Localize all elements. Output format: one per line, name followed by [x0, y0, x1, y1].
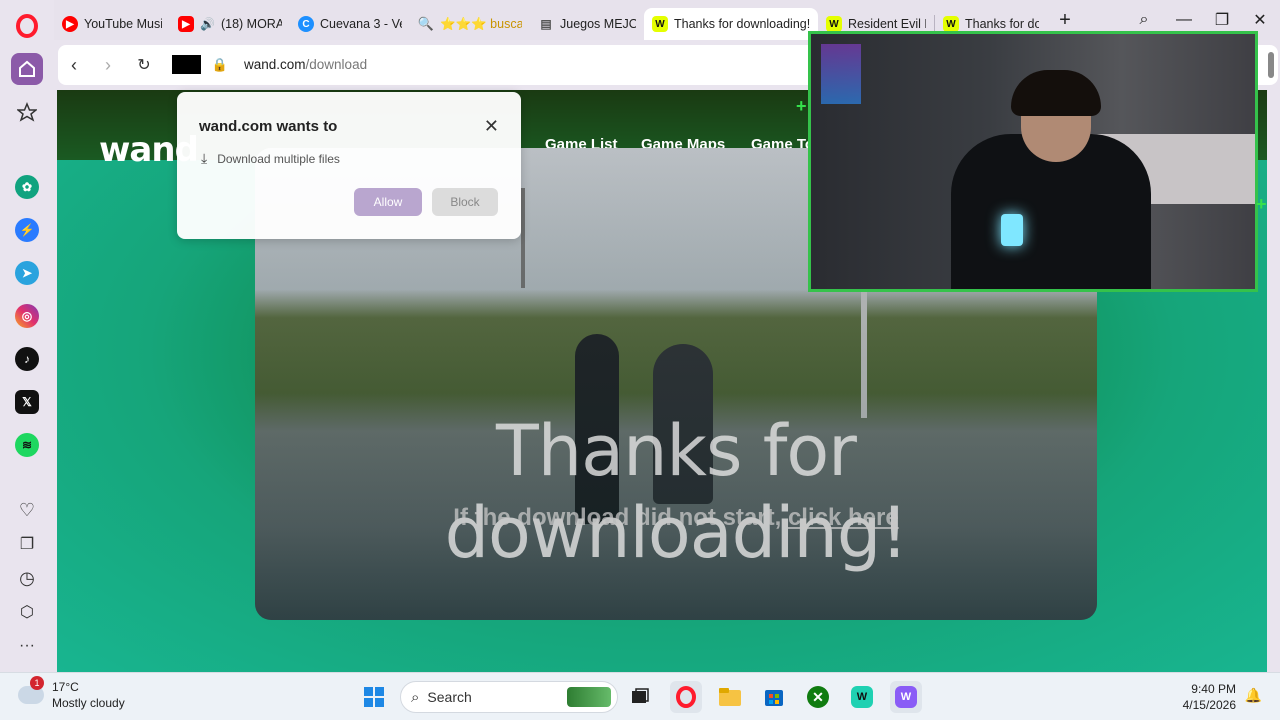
youtube-music-icon: ▶ [62, 16, 78, 32]
taskbar-search[interactable]: ⌕ Search [400, 681, 618, 713]
notification-bell-icon[interactable]: 🔔 [1245, 687, 1262, 704]
back-icon[interactable]: ‹ [62, 53, 86, 77]
wand-app-icon[interactable]: W [846, 681, 878, 713]
speaker-icon[interactable]: 🔊 [200, 17, 215, 31]
tab-label: Juegos MEJORES [560, 17, 636, 31]
new-tab-plus-icon[interactable]: + [1053, 8, 1077, 32]
instagram-icon[interactable]: ◎ [11, 300, 43, 332]
maximize-icon[interactable]: ❐ [1210, 8, 1234, 32]
heart-icon[interactable]: ♡ [11, 494, 43, 526]
close-window-icon[interactable]: ✕ [1248, 8, 1272, 32]
weather-desc: Mostly cloudy [52, 696, 125, 710]
history-icon[interactable]: ◷ [11, 562, 43, 594]
search-highlight-image [567, 687, 611, 707]
microsoft-store-icon[interactable] [758, 681, 790, 713]
cam-led-glow [821, 44, 861, 104]
tab-search[interactable]: 🔍 ⭐⭐⭐ buscar [410, 8, 530, 40]
cloudy-weather-icon: 1 [18, 676, 44, 704]
permission-text: Download multiple files [217, 151, 340, 166]
block-button[interactable]: Block [432, 188, 498, 216]
chatgpt-icon[interactable]: ✿ [11, 171, 43, 203]
wand-icon: W [652, 16, 668, 32]
tab-youtube-morad[interactable]: ▶ 🔊 (18) MORAD [170, 8, 290, 40]
youtube-icon: ▶ [178, 16, 194, 32]
windows-taskbar: 1 17°C Mostly cloudy ⌕ Search ✕ W W 9:40… [0, 672, 1280, 720]
wand-icon: W [943, 16, 959, 32]
close-icon[interactable]: ✕ [484, 116, 499, 137]
url-field[interactable]: wand.com/download [244, 57, 367, 72]
tabs-icon[interactable]: ❐ [11, 528, 43, 560]
wand-icon: W [826, 16, 842, 32]
lock-icon[interactable]: 🔒 [208, 53, 232, 77]
home-icon[interactable] [11, 53, 43, 85]
x-twitter-icon[interactable]: 𝕏 [11, 386, 43, 418]
file-explorer-icon[interactable] [714, 681, 746, 713]
tab-thanks-active[interactable]: W Thanks for downloading! [644, 8, 818, 40]
cuevana-icon: C [298, 16, 314, 32]
weather-widget[interactable]: 1 17°C Mostly cloudy [18, 676, 125, 711]
more-icon[interactable]: ··· [11, 630, 43, 662]
task-view-icon[interactable] [624, 681, 656, 713]
scrollbar-thumb[interactable] [1268, 52, 1274, 78]
extensions-icon[interactable]: ⬡ [11, 596, 43, 628]
tab-label: Cuevana 3 - Ver [320, 17, 402, 31]
url-domain: wand.com [244, 57, 306, 72]
windows-start-icon[interactable] [358, 681, 390, 713]
weather-temp: 17°C [52, 680, 79, 694]
redaction-block [172, 55, 201, 74]
tab-label: (18) MORAD [220, 17, 282, 31]
green-cross-icon: + [796, 96, 807, 116]
tab-label: YouTube Music [84, 17, 162, 31]
popup-title: wand.com wants to [199, 118, 338, 135]
hero-sub-text: If the download did not start, [453, 504, 788, 531]
tab-juegos[interactable]: ▤ Juegos MEJORES [530, 8, 644, 40]
messenger-icon[interactable]: ⚡ [11, 214, 43, 246]
forward-icon[interactable]: › [96, 53, 120, 77]
reload-icon[interactable]: ↻ [132, 53, 156, 77]
search-icon: ⌕ [411, 688, 420, 706]
magnifier-icon: 🔍 [417, 16, 435, 31]
green-cross-icon: + [1256, 194, 1267, 214]
tab-youtube-music[interactable]: ▶ YouTube Music [54, 8, 170, 40]
allow-button[interactable]: Allow [354, 188, 422, 216]
weather-badge: 1 [30, 676, 44, 690]
twitch-app-icon[interactable]: W [890, 681, 922, 713]
opera-logo-icon[interactable] [11, 10, 43, 42]
tiktok-icon[interactable]: ♪ [11, 343, 43, 375]
telegram-icon[interactable]: ➤ [11, 257, 43, 289]
tab-search-icon[interactable]: ⌕ [1132, 8, 1156, 32]
cam-cup-light [1001, 214, 1023, 246]
permission-item: ⤓ Download multiple files [201, 150, 340, 167]
opera-taskbar-icon[interactable] [670, 681, 702, 713]
tab-cuevana[interactable]: C Cuevana 3 - Ver [290, 8, 410, 40]
clock-date: 4/15/2026 [1182, 698, 1236, 712]
spotify-icon[interactable]: ≋ [11, 429, 43, 461]
webcam-overlay [808, 31, 1258, 292]
click-here-link[interactable]: click here [788, 504, 899, 531]
system-clock[interactable]: 9:40 PM 4/15/2026 [1183, 681, 1236, 713]
tab-label: Resident Evil Re [848, 17, 926, 31]
tab-label: Thanks for downloading! [674, 17, 810, 31]
clock-time: 9:40 PM [1191, 682, 1236, 696]
tab-label: Thanks for down [965, 17, 1039, 31]
hero-subtitle: If the download did not start, click her… [255, 504, 1097, 532]
url-path: /download [305, 57, 368, 72]
download-permission-popup: wand.com wants to ✕ ⤓ Download multiple … [177, 92, 521, 239]
xbox-icon[interactable]: ✕ [802, 681, 834, 713]
download-icon: ⤓ [201, 150, 208, 166]
minimize-icon[interactable]: — [1172, 8, 1196, 32]
pinboard-icon[interactable] [11, 96, 43, 128]
opera-sidebar: ✿ ⚡ ➤ ◎ ♪ 𝕏 ≋ ♡ ❐ ◷ ⬡ ··· [0, 0, 54, 672]
search-placeholder: Search [427, 689, 472, 705]
hero-title: Thanks for downloading! [444, 410, 909, 574]
document-icon: ▤ [540, 17, 552, 31]
tab-label: ⭐⭐⭐ buscar [440, 16, 522, 31]
